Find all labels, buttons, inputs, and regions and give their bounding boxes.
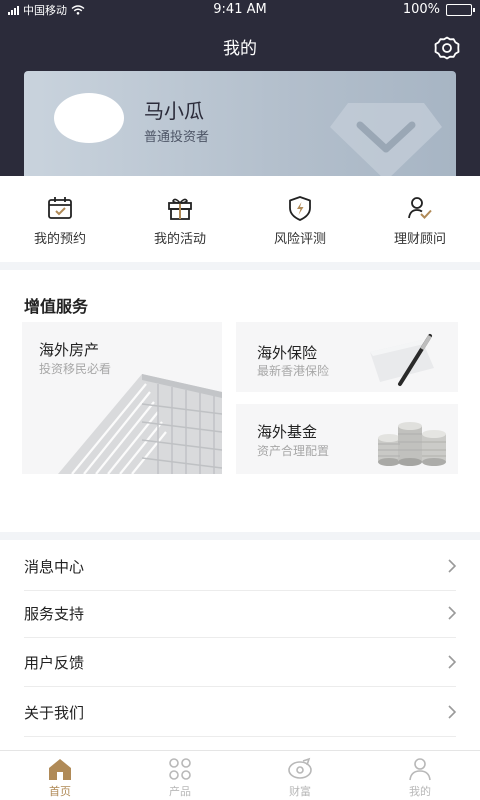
service-overseas-property[interactable]: 海外房产 投资移民必看 xyxy=(22,322,222,474)
header: 中国移动 9:41 AM 100% 我的 马小瓜 普通投资者 xyxy=(0,0,480,176)
diamond-badge-icon xyxy=(330,103,442,176)
coins-image xyxy=(378,422,446,466)
services-section-title: 增值服务 xyxy=(24,297,89,316)
service-title: 海外保险 xyxy=(257,344,318,362)
menu-item-service-support[interactable]: 服务支持 xyxy=(0,589,480,638)
menu-item-label: 用户反馈 xyxy=(24,654,85,672)
tab-label: 产品 xyxy=(169,785,191,798)
tab-bar: 首页 产品 财富 我的 xyxy=(0,750,480,800)
section-divider xyxy=(0,262,480,270)
grid-icon xyxy=(169,758,191,780)
service-subtitle: 资产合理配置 xyxy=(257,444,330,458)
quick-action-appointments[interactable]: 我的预约 xyxy=(0,176,120,262)
user-icon xyxy=(409,758,431,781)
advisor-icon xyxy=(408,197,432,219)
profile-card[interactable]: 马小瓜 普通投资者 xyxy=(24,71,456,176)
chevron-right-icon xyxy=(448,606,457,620)
home-icon xyxy=(49,759,71,780)
tab-wealth[interactable]: 财富 xyxy=(240,751,360,800)
tab-label: 首页 xyxy=(49,785,71,798)
quick-action-label: 理财顾问 xyxy=(393,232,446,247)
battery-percent: 100% xyxy=(402,2,440,17)
chevron-right-icon xyxy=(448,655,457,669)
service-overseas-fund[interactable]: 海外基金 资产合理配置 xyxy=(236,404,458,474)
tab-mine[interactable]: 我的 xyxy=(360,751,480,800)
menu-item-label: 消息中心 xyxy=(24,558,85,576)
tab-label: 我的 xyxy=(409,785,431,798)
service-subtitle: 投资移民必看 xyxy=(39,362,112,376)
user-level: 普通投资者 xyxy=(144,130,210,145)
tab-home[interactable]: 首页 xyxy=(0,751,120,800)
pen-paper-image xyxy=(370,334,434,386)
shield-bolt-icon xyxy=(289,196,311,221)
page-title: 我的 xyxy=(223,39,257,59)
quick-actions: 我的预约 我的活动 风险评测 理财顾问 xyxy=(0,176,480,262)
settings-gear-icon[interactable] xyxy=(434,35,460,61)
tab-label: 财富 xyxy=(289,785,311,798)
service-title: 海外基金 xyxy=(257,423,318,441)
quick-action-label: 我的活动 xyxy=(153,232,206,247)
menu-item-label: 服务支持 xyxy=(24,605,85,623)
divider xyxy=(24,686,456,687)
menu-item-message-center[interactable]: 消息中心 xyxy=(0,542,480,591)
quick-action-advisor[interactable]: 理财顾问 xyxy=(360,176,480,262)
user-name: 马小瓜 xyxy=(144,99,204,123)
wealth-icon xyxy=(288,757,312,779)
avatar[interactable] xyxy=(54,93,124,143)
menu-item-user-feedback[interactable]: 用户反馈 xyxy=(0,638,480,687)
menu-item-label: 关于我们 xyxy=(24,704,85,722)
menu-item-about-us[interactable]: 关于我们 xyxy=(0,688,480,737)
gift-icon xyxy=(168,198,192,220)
quick-action-label: 我的预约 xyxy=(33,232,86,247)
calendar-check-icon xyxy=(48,197,72,219)
status-right: 100% xyxy=(402,2,475,17)
quick-action-risk-assessment[interactable]: 风险评测 xyxy=(240,176,360,262)
quick-action-activities[interactable]: 我的活动 xyxy=(120,176,240,262)
tab-products[interactable]: 产品 xyxy=(120,751,240,800)
service-overseas-insurance[interactable]: 海外保险 最新香港保险 xyxy=(236,322,458,392)
section-divider xyxy=(0,532,480,540)
divider xyxy=(24,736,456,737)
quick-action-label: 风险评测 xyxy=(273,232,326,247)
chevron-right-icon xyxy=(448,559,457,573)
service-title: 海外房产 xyxy=(39,341,100,359)
chevron-right-icon xyxy=(448,705,457,719)
battery-icon xyxy=(446,3,475,16)
status-bar: 中国移动 9:41 AM 100% xyxy=(0,0,480,20)
service-subtitle: 最新香港保险 xyxy=(257,364,330,378)
